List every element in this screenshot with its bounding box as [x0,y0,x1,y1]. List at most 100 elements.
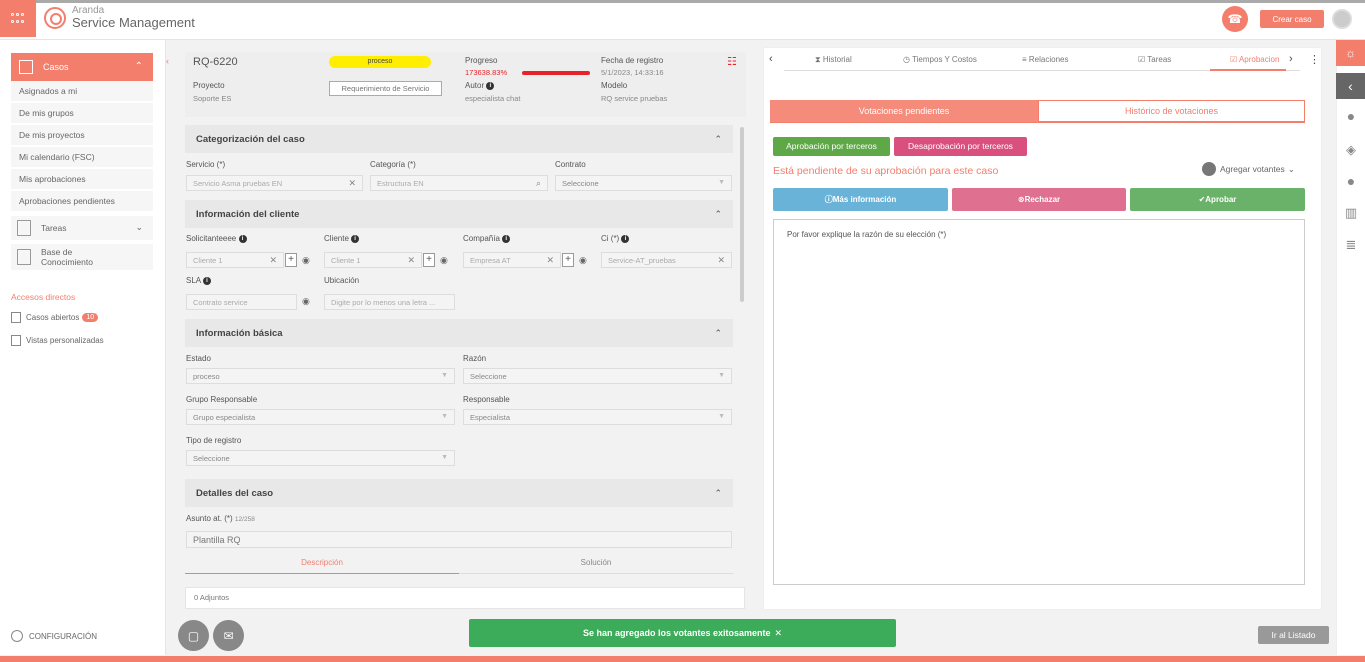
service-field[interactable]: Servicio Asma pruebas EN ✕ [186,175,363,191]
subject-input[interactable]: Plantilla RQ [186,531,732,548]
tab-vote-history[interactable]: Histórico de votaciones [1038,100,1305,122]
eye-icon[interactable]: ◉ [579,255,587,266]
configuration-link[interactable]: CONFIGURACIÓN [11,630,97,642]
building-icon[interactable]: ▥ [1343,205,1359,221]
reason-label: Razón [463,354,487,363]
section-categorization[interactable]: Categorización del caso ⌃ [185,125,733,153]
clear-icon[interactable]: ✕ [269,255,277,266]
clear-icon[interactable]: ✕ [546,255,554,266]
chat-user-icon[interactable]: ◈ [1343,142,1359,158]
location-label: Ubicación [324,276,360,285]
group-select[interactable]: Grupo especialista ▼ [186,409,455,425]
attachments-bar[interactable]: 0 Adjuntos [185,587,745,609]
location-input[interactable]: Digite por lo menos una letra ... [324,294,455,310]
sidebar-item-assigned[interactable]: Asignados a mi [11,81,153,102]
contract-select[interactable]: Seleccione ▼ [555,175,732,191]
person-icon[interactable]: ● [1343,173,1359,189]
author-value: especialista chat [465,94,521,103]
info-icon: i [202,276,211,285]
eye-icon[interactable]: ◉ [302,296,310,307]
company-field[interactable]: Empresa AT ✕ [463,252,561,268]
support-headset-icon[interactable]: ☎ [1222,6,1248,32]
tab-solution[interactable]: Solución [459,553,733,574]
count-badge: 10 [82,313,99,322]
tab-pending-votes[interactable]: Votaciones pendientes [770,100,1038,122]
chevron-up-icon: ⌃ [134,61,143,72]
sidebar-item-calendar[interactable]: Mi calendario (FSC) [11,147,153,168]
sidebar-item-label: Tareas [41,223,67,233]
add-company-button[interactable]: + [562,253,574,267]
info-icon: ⓘ [824,195,833,204]
user-icon[interactable]: ● [1343,108,1359,124]
shortcut-open-cases[interactable]: Casos abiertos 10 [11,312,99,323]
hourglass-icon: ⧗ [815,55,823,64]
category-field[interactable]: Estructura EN ⌕ [370,175,548,191]
sidebar-item-knowledge-base[interactable]: Base de Conocimiento [11,244,153,270]
apps-grid-button[interactable] [0,0,36,37]
cases-icon [19,60,33,74]
client-field[interactable]: Cliente 1 ✕ [324,252,422,268]
eye-icon[interactable]: ◉ [302,255,310,266]
user-avatar[interactable] [1332,9,1352,29]
section-basic-info[interactable]: Información básica ⌃ [185,319,733,347]
more-vertical-icon[interactable]: ⋮ [1309,53,1320,66]
add-voters-dropdown[interactable]: Agregar votantes ⌄ [1202,162,1295,176]
sidebar-item-cases[interactable]: Casos ⌃ [11,53,153,81]
approve-button[interactable]: ✔Aprobar [1130,188,1305,211]
back-arrow-icon[interactable]: ‹ [1336,73,1365,99]
section-details[interactable]: Detalles del caso ⌃ [185,479,733,507]
shortcut-custom-views[interactable]: Vistas personalizadas [11,335,104,346]
company-label: Compañía i [463,234,511,243]
create-case-button[interactable]: Crear caso [1260,10,1324,28]
clear-icon[interactable]: ✕ [717,255,725,266]
database-icon[interactable]: ≣ [1343,237,1359,253]
tab-relations[interactable]: ≡ Relaciones [1022,55,1068,71]
state-select[interactable]: proceso ▼ [186,368,455,384]
responsible-select[interactable]: Especialista ▼ [463,409,732,425]
mail-button[interactable]: ✉ [213,620,244,651]
toast-message: Se han agregado los votantes exitosament… [582,628,771,638]
tabs-next-icon[interactable]: › [1289,53,1293,65]
add-requester-button[interactable]: + [285,253,297,267]
sidebar-item-my-projects[interactable]: De mis proyectos [11,125,153,146]
sidebar-item-pending-approvals[interactable]: Aprobaciones pendientes [11,191,153,212]
reject-button[interactable]: ⊗Rechazar [952,188,1126,211]
tab-description[interactable]: Descripción [185,553,459,574]
go-to-list-button[interactable]: Ir al Listado [1258,626,1329,644]
list-icon[interactable]: ☷ [727,55,737,68]
tab-times-costs[interactable]: ◷ Tiempos Y Costos [903,55,977,71]
disapprove-by-third-button[interactable]: Desaprobación por terceros [894,137,1027,156]
clear-icon[interactable]: ✕ [348,178,356,189]
requester-field[interactable]: Cliente 1 ✕ [186,252,284,268]
search-icon[interactable]: ⌕ [536,178,541,189]
note-button[interactable]: ▢ [178,620,209,651]
register-type-select[interactable]: Seleccione ▼ [186,450,455,466]
ci-field[interactable]: Service-AT_pruebas ✕ [601,252,732,268]
info-icon: i [238,234,247,243]
eye-icon[interactable]: ◉ [440,255,448,266]
registered-value: 5/1/2023, 14:33:16 [601,68,664,77]
more-info-button[interactable]: ⓘMás información [773,188,948,211]
reason-select[interactable]: Seleccione ▼ [463,368,732,384]
shortcuts-title: Accesos directos [11,292,76,302]
relations-icon: ≡ [1022,55,1029,64]
info-icon: i [502,234,511,243]
ai-assistant-icon[interactable]: ☼ [1336,40,1365,66]
clear-icon[interactable]: ✕ [407,255,415,266]
collapse-sidebar-icon[interactable]: ‹ [166,56,169,66]
bottom-accent-bar [0,656,1365,662]
scrollbar[interactable] [740,127,744,302]
add-client-button[interactable]: + [423,253,435,267]
app-logo: Aranda Service Management [44,6,195,29]
sidebar-item-my-groups[interactable]: De mis grupos [11,103,153,124]
sidebar-item-my-approvals[interactable]: Mis aprobaciones [11,169,153,190]
tab-history[interactable]: ⧗ Historial [815,55,852,71]
reason-textarea[interactable]: Por favor explique la razón de su elecci… [773,219,1305,585]
section-client-info[interactable]: Información del cliente ⌃ [185,200,733,228]
tabs-prev-icon[interactable]: ‹ [769,53,773,65]
chevron-down-icon: ⌄ [1287,163,1295,174]
approve-by-third-button[interactable]: Aprobación por terceros [773,137,890,156]
close-icon[interactable]: ✕ [775,628,783,639]
sidebar-item-tasks[interactable]: Tareas ⌄ [11,216,153,240]
tab-tasks[interactable]: ☑ Tareas [1138,55,1171,71]
